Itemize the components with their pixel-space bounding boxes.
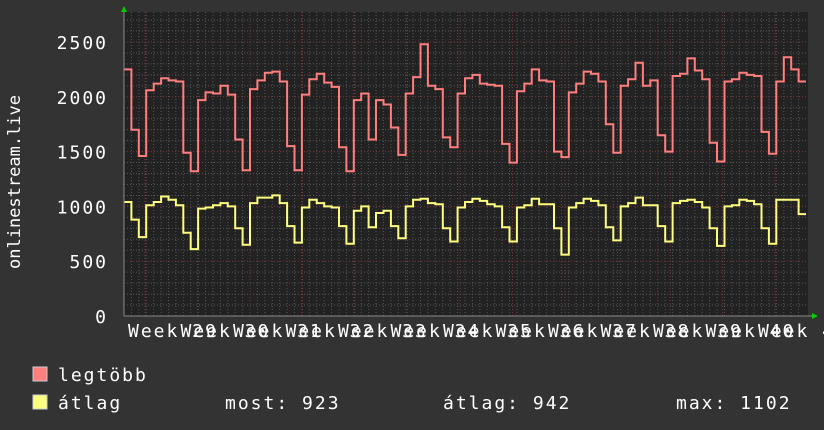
y-tick-labels: 0 500 1000 1500 2000 2500: [57, 33, 108, 328]
x-tick-label: Week 41: [758, 321, 824, 342]
legend-label-avg: átlag: [58, 393, 122, 414]
chart-container: 0 500 1000 1500 2000 2500 Week 29 Week 30 Week …: [0, 0, 824, 430]
stat-max: max: 1102: [676, 393, 792, 414]
x-axis-arrow-icon: [812, 313, 818, 319]
plot-area: [124, 12, 808, 316]
y-axis-label: onlinestream.live: [5, 95, 25, 269]
y-tick-label: 500: [69, 252, 108, 273]
x-tick-labels: Week 29Week 30Week 31Week 32Week 33Week …: [128, 321, 824, 342]
stat-avg: átlag: 942: [443, 393, 571, 414]
y-tick-label: 1000: [57, 197, 108, 218]
y-tick-label: 0: [95, 307, 108, 328]
y-tick-label: 1500: [57, 143, 108, 164]
y-tick-label: 2500: [57, 33, 108, 54]
legend-swatch-avg: [32, 394, 48, 410]
legend-swatch-max: [32, 366, 48, 382]
y-axis-arrow-icon: [121, 6, 127, 12]
y-tick-label: 2000: [57, 88, 108, 109]
legend-label-max: legtöbb: [58, 365, 148, 386]
chart-svg: 0 500 1000 1500 2000 2500 Week 29Week 30Week …: [5, 6, 824, 414]
stat-now: most: 923: [225, 393, 341, 414]
